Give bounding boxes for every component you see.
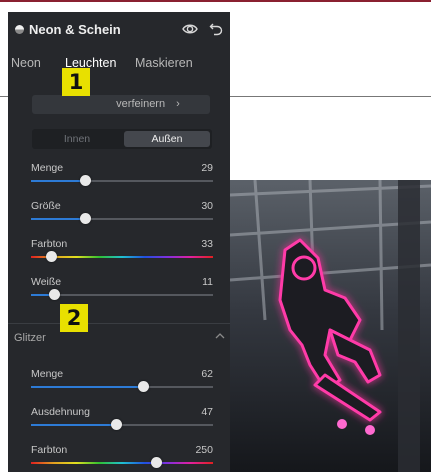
slider-thumb[interactable] [111, 419, 123, 430]
slider-value: 29 [201, 162, 213, 174]
slider-label: Farbton [31, 238, 68, 250]
chevron-right-icon: › [176, 98, 180, 110]
photo-illustration [230, 180, 431, 472]
page-top-rule [0, 0, 431, 2]
refine-button[interactable]: verfeinern › [32, 95, 210, 114]
slider-fill [31, 386, 144, 388]
inner-outer-toggle: Innen Außen [32, 129, 212, 149]
slider-value: 30 [201, 200, 213, 212]
slider-label: Farbton [31, 444, 68, 456]
slider-fill [31, 180, 86, 182]
slider-weisse[interactable]: Weiße 11 [31, 276, 213, 306]
segment-outer[interactable]: Außen [124, 131, 210, 147]
slider-label: Weiße [31, 276, 62, 288]
slider-thumb[interactable] [49, 289, 61, 300]
section-divider [8, 323, 230, 324]
page-divider-left [0, 96, 8, 97]
slider-value: 33 [201, 238, 213, 250]
slider-menge[interactable]: Menge 29 [31, 162, 213, 192]
chevron-up-icon[interactable] [215, 332, 225, 340]
hue-track[interactable] [31, 256, 213, 258]
section-glitter-header[interactable]: Glitzer [14, 332, 46, 344]
slider-fill [31, 424, 117, 426]
page-divider-right [230, 96, 431, 97]
slider-label: Größe [31, 200, 61, 212]
neon-glow-icon [15, 25, 24, 34]
segment-inner[interactable]: Innen [34, 131, 120, 147]
slider-label: Menge [31, 368, 64, 380]
slider-groesse[interactable]: Größe 30 [31, 200, 213, 230]
hue-track[interactable] [31, 462, 213, 464]
slider-farbton[interactable]: Farbton 33 [31, 238, 213, 268]
slider-value: 47 [201, 406, 213, 418]
slider-thumb[interactable] [80, 213, 92, 224]
panel-tabs: Neon Leuchten Maskieren [8, 56, 230, 78]
slider-label: Menge [31, 162, 64, 174]
slider-track[interactable] [31, 180, 213, 182]
tab-neon[interactable]: Neon [11, 56, 41, 70]
slider-track[interactable] [31, 386, 213, 388]
refine-button-label: verfeinern [116, 98, 166, 110]
tab-maskieren[interactable]: Maskieren [135, 56, 193, 70]
panel-title: Neon & Schein [29, 22, 121, 37]
panel-titlebar: Neon & Schein [8, 12, 230, 46]
callout-badge-1: 1 [62, 68, 90, 96]
eye-icon[interactable] [182, 22, 198, 36]
undo-icon[interactable] [209, 21, 223, 36]
slider-glitter-farbton[interactable]: Farbton 250 [31, 444, 213, 472]
neon-glow-panel: Neon & Schein Neon Leuchten Maskieren ve… [8, 12, 230, 472]
slider-ausdehnung[interactable]: Ausdehnung 47 [31, 406, 213, 436]
slider-value: 62 [201, 368, 213, 380]
slider-fill [31, 218, 86, 220]
slider-glitter-menge[interactable]: Menge 62 [31, 368, 213, 398]
slider-track[interactable] [31, 218, 213, 220]
callout-badge-2: 2 [60, 304, 88, 332]
neon-skater-photo [230, 180, 431, 472]
slider-value: 11 [202, 276, 213, 288]
slider-thumb[interactable] [80, 175, 92, 186]
slider-value: 250 [195, 444, 213, 456]
slider-thumb[interactable] [45, 251, 57, 262]
slider-thumb[interactable] [138, 381, 150, 392]
slider-thumb[interactable] [151, 457, 163, 468]
slider-label: Ausdehnung [31, 406, 90, 418]
